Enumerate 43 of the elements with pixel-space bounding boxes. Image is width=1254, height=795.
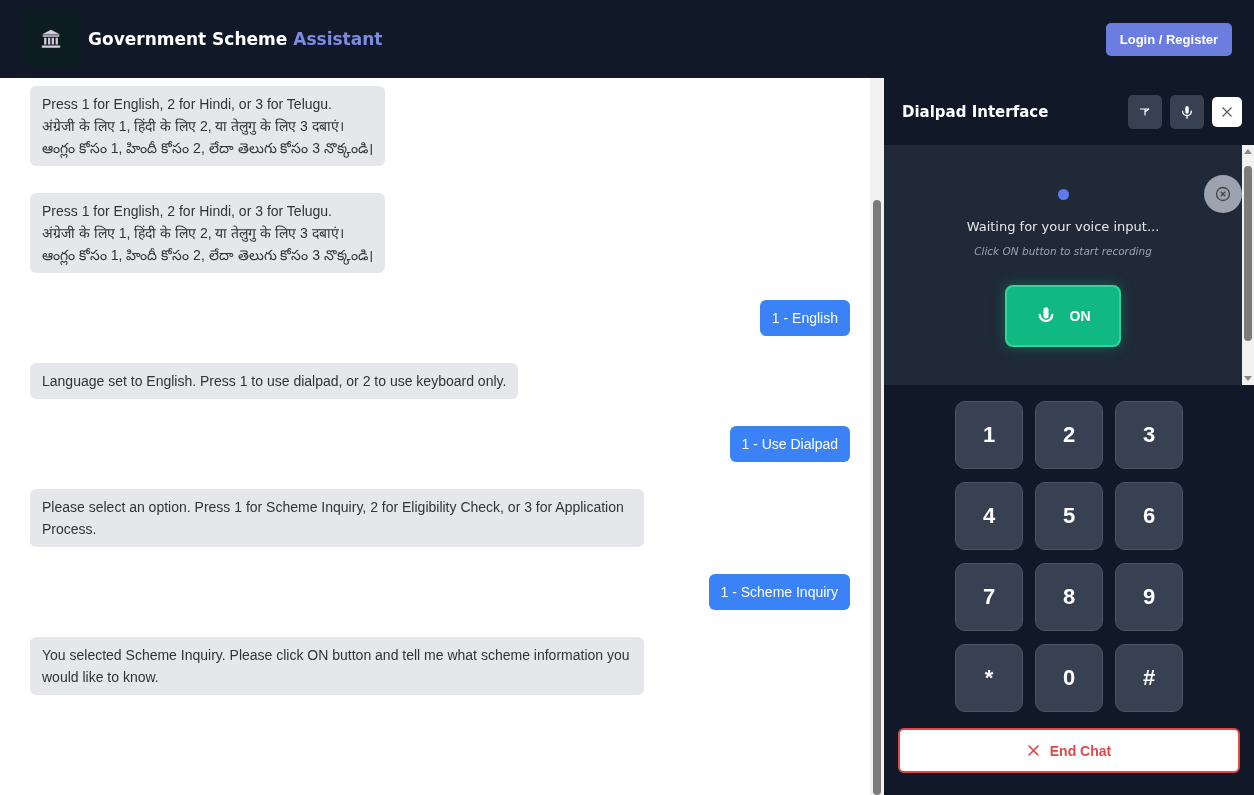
close-icon [1026,744,1040,757]
panel-title: Dialpad Interface [902,102,1049,121]
dialpad-key[interactable]: 6 [1115,482,1183,550]
close-icon [1215,186,1231,202]
dialpad-key[interactable]: 1 [955,401,1023,469]
message-text: Please select an option. Press 1 for Scheme Inquiry, 2 for Eligibility Check, or 3 for Application Process. [42,498,625,539]
close-button[interactable] [1212,96,1242,127]
dialpad-key[interactable]: 8 [1035,563,1103,631]
dialpad-key[interactable]: 9 [1115,563,1183,631]
message-text: 1 - Use Dialpad [741,435,838,454]
bank-icon [40,28,62,50]
message-text: You selected Scheme Inquiry. Please click ON button and tell me what scheme information you would like to know. [42,646,631,687]
arrow-button[interactable] [1128,94,1162,129]
status-dot [1057,189,1069,200]
mic-button[interactable] [1170,94,1204,129]
mic-icon [1180,104,1194,119]
message-text: अंग्रेजी के लिए 1, हिंदी के लिए 2, या तेलुगु के लिए 3 दबाएं। [42,117,345,137]
dialpad-key[interactable]: 7 [955,563,1023,631]
arrow-icon [1139,105,1151,118]
dialpad-key[interactable]: 2 [1035,401,1103,469]
cancel-button[interactable] [1204,175,1242,213]
message-text: अंग्रेजी के लिए 1, हिंदी के लिए 2, या तेलुगु के लिए 3 दबाएं। [42,224,345,244]
message-text: ఆంగ్లం కోసం 1, హిందీ కోసం 2, లేదా తెలుగు కోసం 3 నొక్కండి। [42,139,374,159]
message-text: Press 1 for English, 2 for Hindi, or 3 for Telugu. [42,95,333,114]
message-text: ఆంగ్లం కోసం 1, హిందీ కోసం 2, లేదా తెలుగు కోసం 3 నొక్కండి। [42,246,374,266]
hint-text: Click ON button to start recording [974,245,1152,257]
dialpad-key[interactable]: 0 [1035,644,1103,712]
dialpad-key[interactable]: 3 [1115,401,1183,469]
scrollbar[interactable] [870,78,884,795]
dialpad-key[interactable]: 5 [1035,482,1103,550]
status-text: Waiting for your voice input... [966,219,1160,234]
dialpad-key[interactable]: 4 [955,482,1023,550]
login-button[interactable]: Login / Register [1105,22,1232,56]
message-text: 1 - English [771,309,838,328]
close-icon [1221,105,1233,118]
scrollbar[interactable] [1242,145,1254,385]
app-title: Government Scheme Assistant [88,29,383,49]
end-chat-button[interactable]: End Chat [898,728,1240,773]
message-text: Language set to English. Press 1 to use dialpad, or 2 to use keyboard only. [42,372,507,391]
dialpad-key[interactable]: * [955,644,1023,712]
message-text: 1 - Scheme Inquiry [720,583,838,602]
message-text: Press 1 for English, 2 for Hindi, or 3 for Telugu. [42,202,333,221]
dialpad-key[interactable]: # [1115,644,1183,712]
